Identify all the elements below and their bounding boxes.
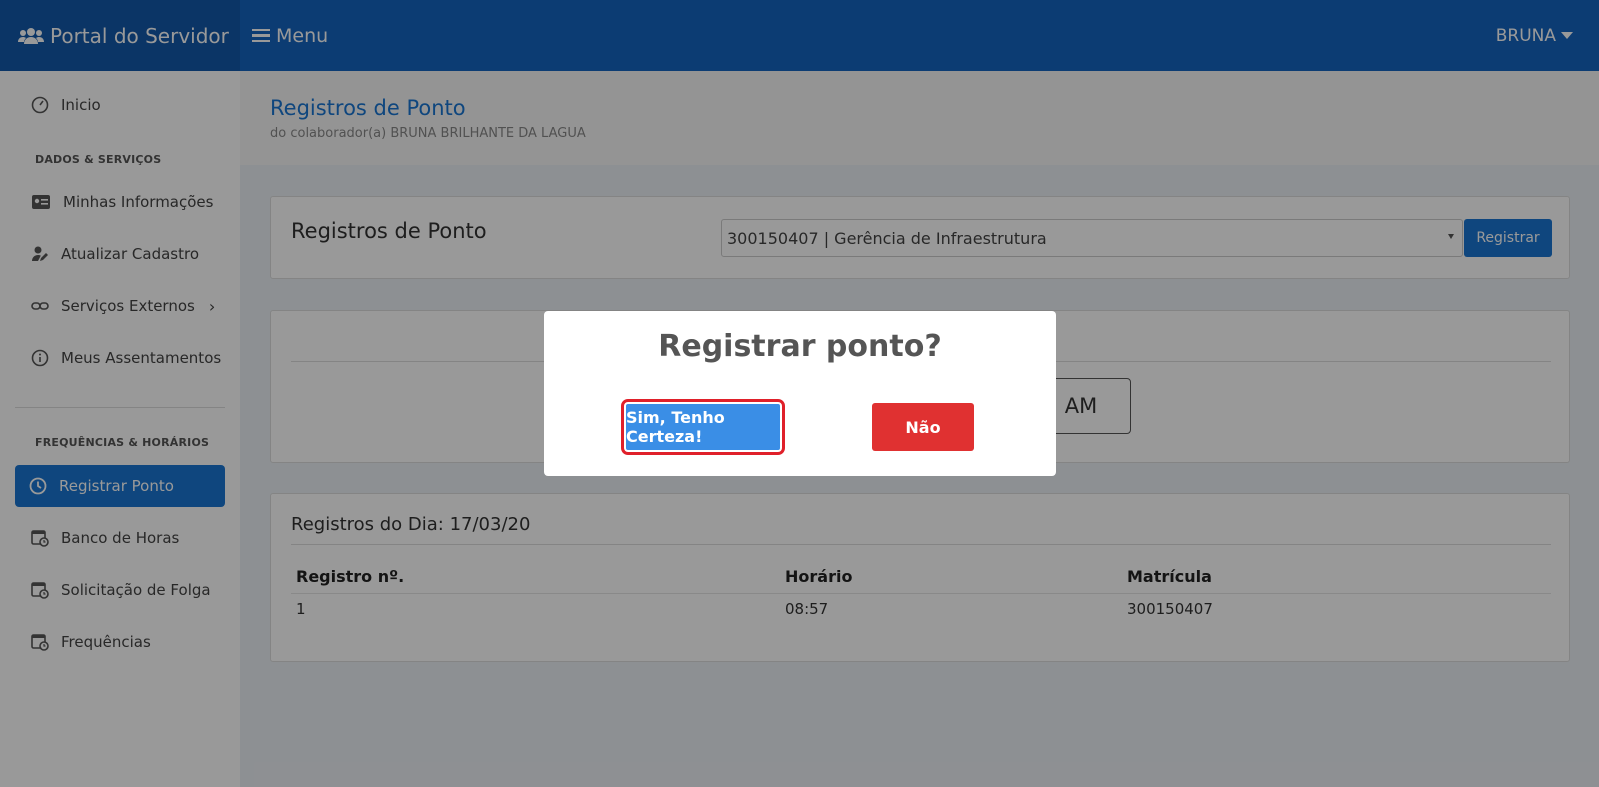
dialog-title: Registrar ponto?	[658, 329, 942, 364]
cancel-button[interactable]: Não	[872, 403, 974, 451]
confirm-button[interactable]: Sim, Tenho Certeza!	[621, 399, 785, 455]
confirm-dialog: Registrar ponto? Sim, Tenho Certeza! Não	[544, 311, 1056, 476]
